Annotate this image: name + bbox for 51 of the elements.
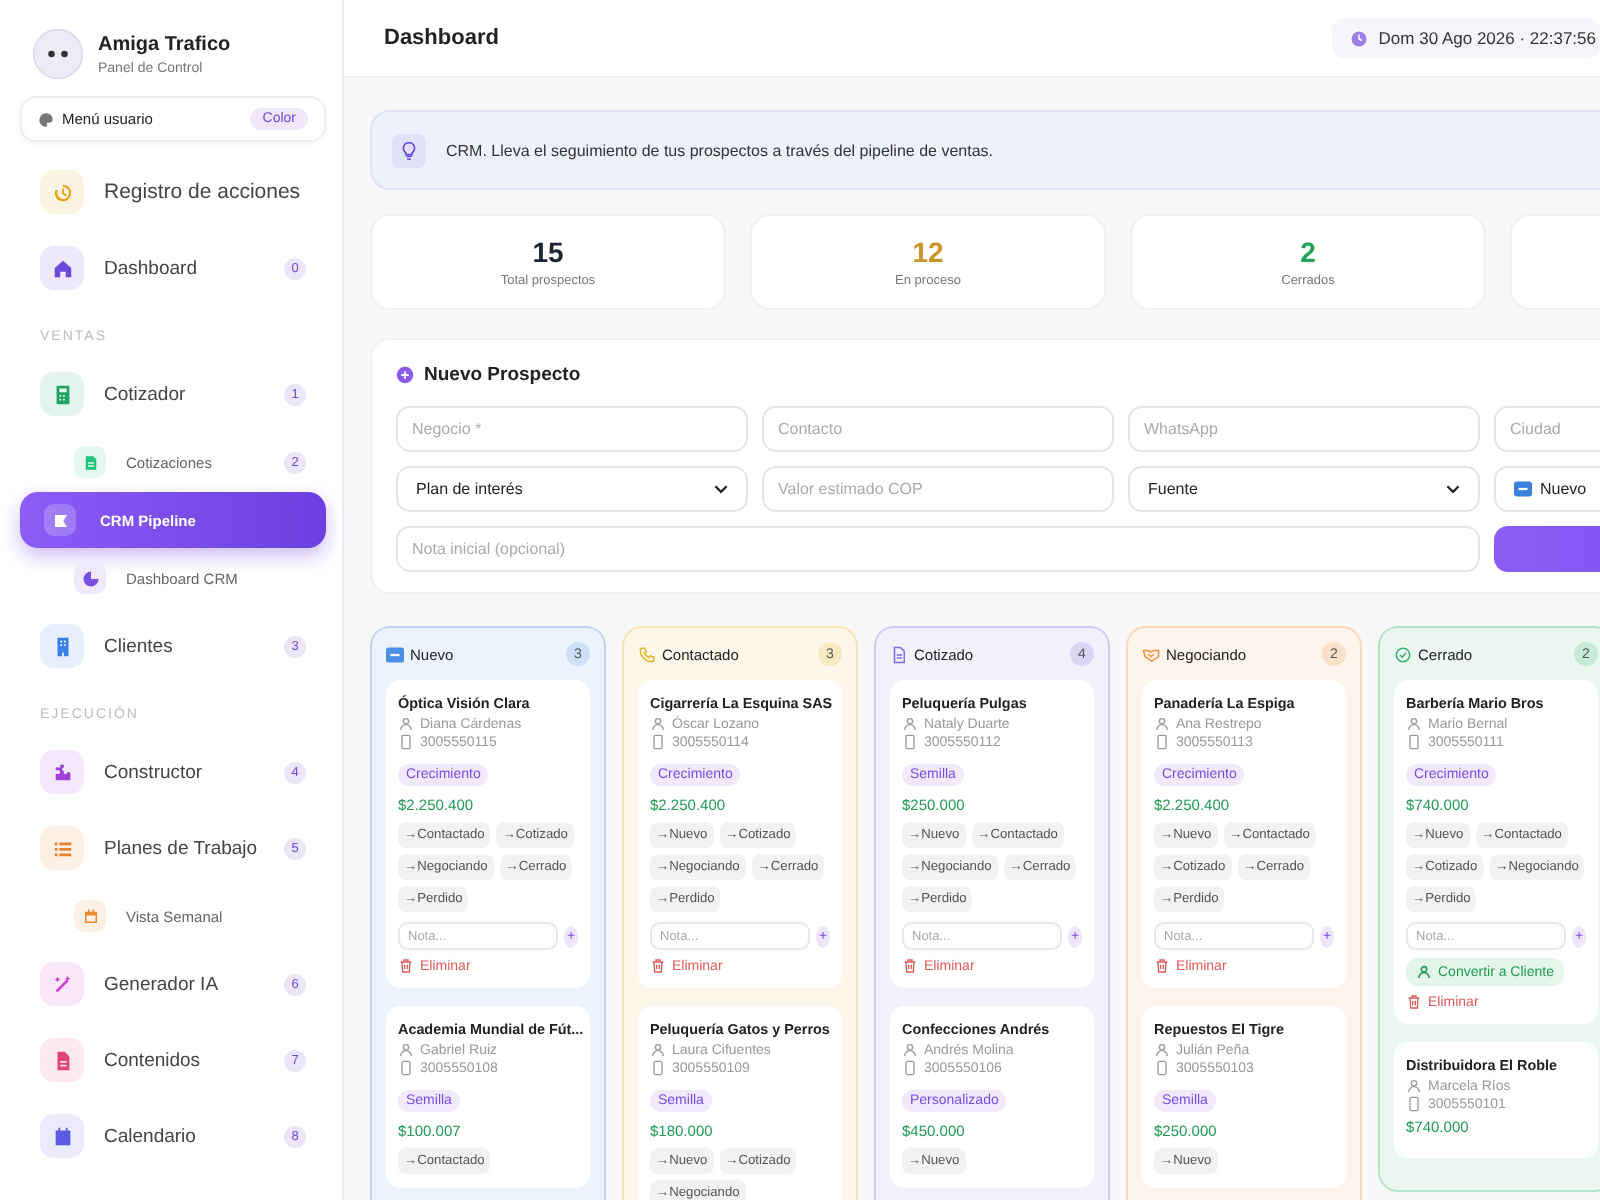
form-title: Nuevo Prospecto — [424, 364, 581, 386]
phone-icon — [398, 1060, 414, 1076]
phone-icon — [1154, 1060, 1170, 1076]
input-field[interactable]: Negocio * — [396, 406, 748, 452]
stat-value: 2 — [1300, 236, 1316, 268]
select-field[interactable]: Fuente — [1128, 466, 1480, 512]
lightbulb-icon — [398, 139, 420, 161]
trash-icon — [1154, 958, 1170, 974]
page-title: Dashboard — [384, 26, 499, 50]
datetime-text: Dom 30 Ago 2026 · 22:37:56 — [1378, 28, 1596, 48]
palette-icon — [38, 111, 54, 127]
trash-icon — [902, 958, 918, 974]
input-field[interactable]: Ciudad — [1494, 406, 1600, 452]
plus-circle-icon — [396, 366, 414, 384]
input-field[interactable]: Valor estimado COP — [762, 466, 1114, 512]
info-text: CRM. Lleva el seguimiento de tus prospectos a través del pipeline de ventas. — [446, 141, 993, 159]
person-icon — [1406, 716, 1422, 732]
status-select[interactable]: Nuevo — [1494, 466, 1600, 512]
clock-icon — [1350, 29, 1369, 47]
input-field[interactable]: Contacto — [762, 406, 1114, 452]
person-icon — [398, 1042, 414, 1058]
phone-icon — [1406, 734, 1422, 750]
mascot-avatar-icon — [32, 28, 84, 80]
person-icon — [902, 1042, 918, 1058]
note-field[interactable]: Nota inicial (opcional) — [396, 526, 1480, 572]
phone-icon — [902, 734, 918, 750]
phone-icon — [1154, 734, 1170, 750]
select-field[interactable]: Plan de interés — [396, 466, 748, 512]
stat-value: 12 — [912, 236, 944, 268]
trash-icon — [650, 958, 666, 974]
trash-icon — [398, 958, 414, 974]
person-icon — [650, 716, 666, 732]
phone-icon — [1406, 1096, 1422, 1112]
phone-icon — [398, 734, 414, 750]
person-icon — [1154, 1042, 1170, 1058]
phone-icon — [650, 734, 666, 750]
chevron-down-icon — [1446, 484, 1460, 494]
phone-icon — [650, 1060, 666, 1076]
person-icon — [398, 716, 414, 732]
trash-icon — [1406, 994, 1422, 1010]
person-icon — [1154, 716, 1170, 732]
input-field[interactable]: WhatsApp — [1128, 406, 1480, 452]
person-icon — [902, 716, 918, 732]
sidebar-item[interactable]: Registro de acciones — [20, 154, 326, 230]
person-icon — [650, 1042, 666, 1058]
chevron-down-icon — [714, 484, 728, 494]
phone-icon — [902, 1060, 918, 1076]
stat-value: 15 — [532, 236, 564, 268]
person-icon — [1416, 964, 1432, 980]
brand-title: Amiga Trafico — [98, 33, 231, 55]
person-icon — [1406, 1078, 1422, 1094]
